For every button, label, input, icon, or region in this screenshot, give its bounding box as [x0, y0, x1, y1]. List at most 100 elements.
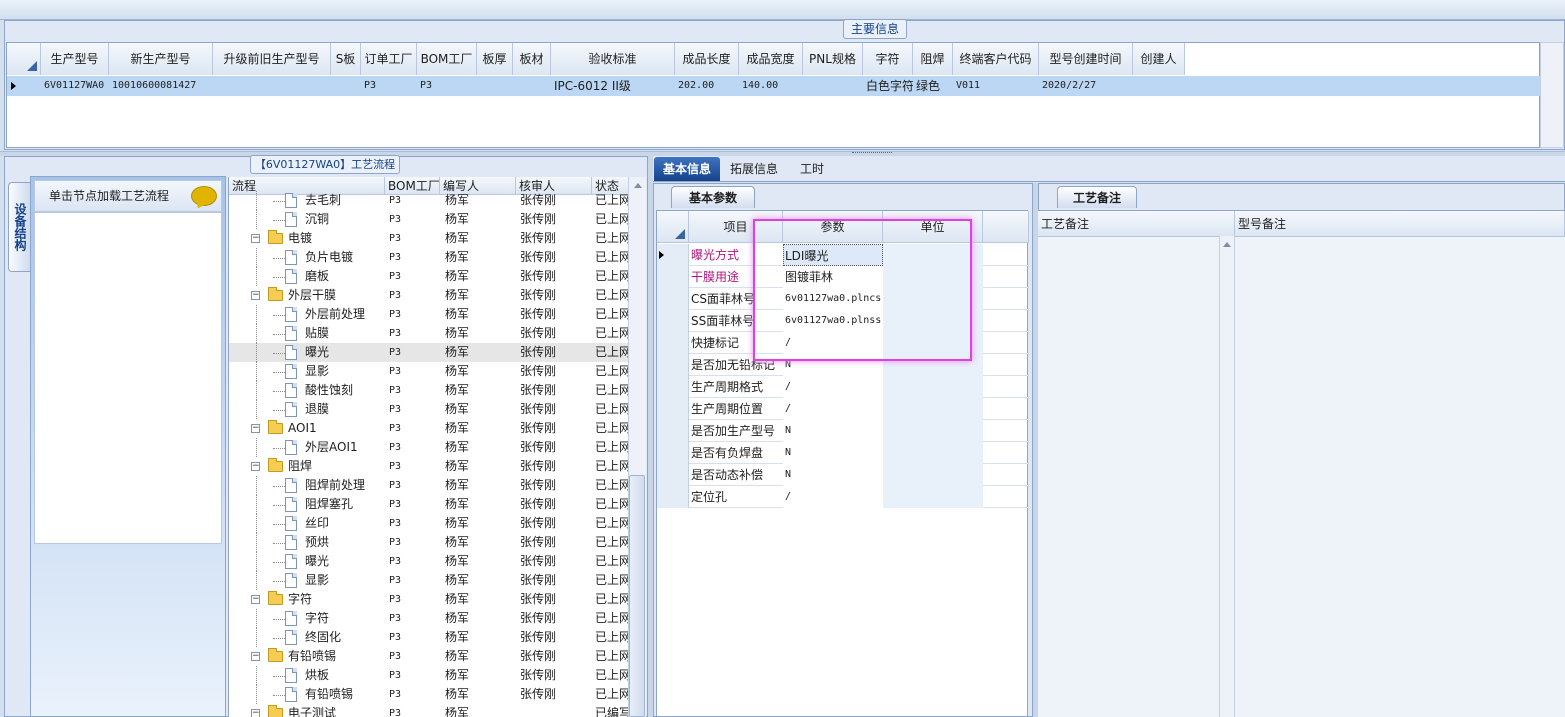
row-indicator[interactable]	[657, 244, 689, 266]
table-row[interactable]: 定位孔 /	[657, 486, 1029, 508]
column-header[interactable]: BOM工厂	[417, 43, 477, 75]
column-header[interactable]: 型号备注	[1235, 211, 1565, 237]
tree-row[interactable]: 曝光 P3 杨军 张传刚 已上网	[229, 552, 628, 571]
tree-row[interactable]: 丝印 P3 杨军 张传刚 已上网	[229, 514, 628, 533]
collapse-icon[interactable]: −	[251, 234, 260, 243]
row-indicator[interactable]	[657, 376, 689, 398]
collapse-icon[interactable]: −	[251, 291, 260, 300]
table-cell[interactable]: 202.00	[675, 76, 739, 96]
row-indicator[interactable]	[657, 420, 689, 442]
table-cell[interactable]	[331, 76, 361, 96]
table-cell[interactable]: 10010600081427	[109, 76, 213, 96]
column-header[interactable]: 阻焊	[913, 43, 953, 75]
column-header[interactable]: 生产型号	[41, 43, 109, 75]
param-unit-cell[interactable]	[883, 486, 983, 508]
collapse-icon[interactable]: −	[251, 424, 260, 433]
tree-row[interactable]: 显影 P3 杨军 张传刚 已上网	[229, 362, 628, 381]
table-cell[interactable]	[513, 76, 551, 96]
tree-row[interactable]: 有铅喷锡 P3 杨军 张传刚 已上网	[229, 685, 628, 704]
table-cell[interactable]	[803, 76, 863, 96]
tree-row[interactable]: 烘板 P3 杨军 张传刚 已上网	[229, 666, 628, 685]
scroll-up-icon[interactable]	[1223, 242, 1231, 247]
tree-row[interactable]: − 电镀 P3 杨军 张传刚 已上网	[229, 229, 628, 248]
tree-row[interactable]: 阻焊前处理 P3 杨军 张传刚 已上网	[229, 476, 628, 495]
tree-row[interactable]: 外层前处理 P3 杨军 张传刚 已上网	[229, 305, 628, 324]
table-cell[interactable]	[1133, 76, 1185, 96]
column-header[interactable]: 新生产型号	[109, 43, 213, 75]
collapse-icon[interactable]: −	[251, 652, 260, 661]
row-indicator[interactable]	[657, 332, 689, 354]
column-header[interactable]: S板	[331, 43, 361, 75]
tree-row[interactable]: 磨板 P3 杨军 张传刚 已上网	[229, 267, 628, 286]
tree-row[interactable]: 阻焊塞孔 P3 杨军 张传刚 已上网	[229, 495, 628, 514]
table-cell[interactable]: V011	[953, 76, 1039, 96]
tree-row[interactable]: 显影 P3 杨军 张传刚 已上网	[229, 571, 628, 590]
row-indicator[interactable]	[657, 398, 689, 420]
tree-row[interactable]: 退膜 P3 杨军 张传刚 已上网	[229, 400, 628, 419]
column-header[interactable]: PNL规格	[803, 43, 863, 75]
param-unit-cell[interactable]	[883, 376, 983, 398]
tree-row[interactable]: − 外层干膜 P3 杨军 张传刚 已上网	[229, 286, 628, 305]
table-cell[interactable]: 白色字符	[863, 76, 913, 96]
table-cell[interactable]: 140.00	[739, 76, 803, 96]
param-value-cell[interactable]: /	[783, 398, 883, 420]
table-cell[interactable]: IPC-6012 II级	[551, 76, 675, 96]
param-value-cell[interactable]: N	[783, 420, 883, 442]
table-row[interactable]: 生产周期位置 /	[657, 398, 1029, 420]
collapse-icon[interactable]: −	[251, 595, 260, 604]
table-cell[interactable]: 绿色	[913, 76, 953, 96]
param-unit-cell[interactable]	[883, 442, 983, 464]
row-indicator[interactable]	[657, 354, 689, 376]
table-cell[interactable]: P3	[361, 76, 417, 96]
tree-row[interactable]: − 电子测试 P3 杨军 已编写	[229, 704, 628, 717]
tree-row[interactable]: 负片电镀 P3 杨军 张传刚 已上网	[229, 248, 628, 267]
column-header[interactable]: 成品宽度	[739, 43, 803, 75]
column-header[interactable]: 验收标准	[551, 43, 675, 75]
tree-scroll-thumb[interactable]	[629, 475, 645, 717]
table-cell[interactable]	[477, 76, 513, 96]
table-cell[interactable]: 6V01127WA0	[41, 76, 109, 96]
row-indicator[interactable]	[657, 288, 689, 310]
table-cell[interactable]: P3	[417, 76, 477, 96]
grid-corner[interactable]	[7, 43, 41, 75]
tree-row[interactable]: − AOI1 P3 杨军 张传刚 已上网	[229, 419, 628, 438]
column-header[interactable]: 终端客户代码	[953, 43, 1039, 75]
tree-row[interactable]: − 有铅喷锡 P3 杨军 张传刚 已上网	[229, 647, 628, 666]
column-header[interactable]: 创建人	[1133, 43, 1185, 75]
grid-corner[interactable]	[657, 211, 689, 243]
collapse-icon[interactable]: −	[251, 709, 260, 717]
column-header[interactable]: 板厚	[477, 43, 513, 75]
column-header[interactable]: 升级前旧生产型号	[213, 43, 331, 75]
tab-work-hours[interactable]: 工时	[792, 157, 832, 181]
tree-row[interactable]: 字符 P3 杨军 张传刚 已上网	[229, 609, 628, 628]
column-header[interactable]: 订单工厂	[361, 43, 417, 75]
tree-row[interactable]: − 阻焊 P3 杨军 张传刚 已上网	[229, 457, 628, 476]
tree-row[interactable]: − 字符 P3 杨军 张传刚 已上网	[229, 590, 628, 609]
remarks-scrollbar[interactable]	[1219, 236, 1235, 717]
tree-row[interactable]: 贴膜 P3 杨军 张传刚 已上网	[229, 324, 628, 343]
tab-extended-info[interactable]: 拓展信息	[724, 157, 784, 181]
tree-row[interactable]: 终固化 P3 杨军 张传刚 已上网	[229, 628, 628, 647]
row-indicator[interactable]	[657, 442, 689, 464]
collapse-icon[interactable]: −	[251, 462, 260, 471]
row-indicator[interactable]	[657, 266, 689, 288]
vertical-tab-equipment[interactable]: 设备结构	[8, 182, 30, 272]
table-row[interactable]: 是否有负焊盘 N	[657, 442, 1029, 464]
tree-row[interactable]: 外层AOI1 P3 杨军 张传刚 已上网	[229, 438, 628, 457]
param-unit-cell[interactable]	[883, 464, 983, 486]
param-value-cell[interactable]: N	[783, 442, 883, 464]
tab-basic-info[interactable]: 基本信息	[654, 157, 720, 181]
process-remarks-tab[interactable]: 工艺备注	[1057, 186, 1137, 208]
column-header[interactable]: 工艺备注	[1038, 211, 1235, 237]
param-unit-cell[interactable]	[883, 398, 983, 420]
table-row[interactable]: 生产周期格式 /	[657, 376, 1029, 398]
column-header[interactable]: 成品长度	[675, 43, 739, 75]
param-value-cell[interactable]: /	[783, 376, 883, 398]
tree-row[interactable]: 预烘 P3 杨军 张传刚 已上网	[229, 533, 628, 552]
main-grid-scrollbar[interactable]	[1540, 42, 1564, 148]
table-row[interactable]: 是否加生产型号 N	[657, 420, 1029, 442]
row-indicator[interactable]	[657, 310, 689, 332]
row-indicator[interactable]	[657, 464, 689, 486]
tree-row[interactable]: 酸性蚀刻 P3 杨军 张传刚 已上网	[229, 381, 628, 400]
table-cell[interactable]	[213, 76, 331, 96]
